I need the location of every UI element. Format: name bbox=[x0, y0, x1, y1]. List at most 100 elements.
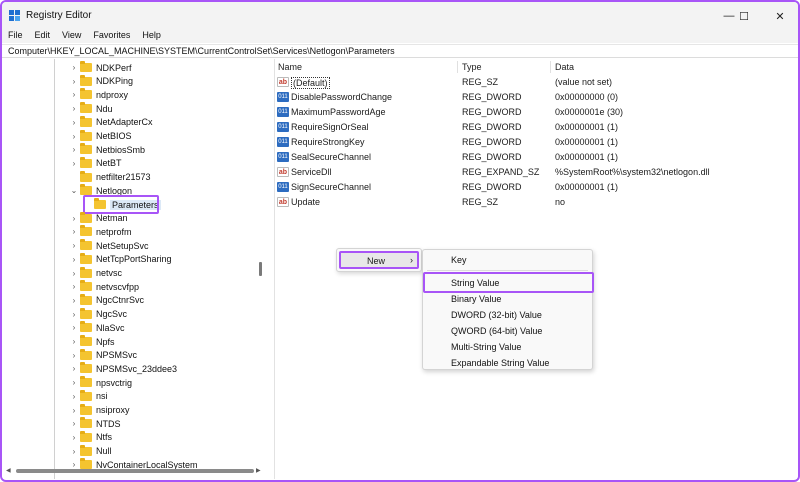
value-row[interactable]: 011 RequireSignOrSeal REG_DWORD 0x00000001 … bbox=[275, 120, 795, 135]
menu-edit[interactable]: Edit bbox=[29, 30, 57, 43]
tree-item[interactable]: › NetTcpPortSharing bbox=[70, 252, 172, 266]
chevron-right-icon[interactable]: › bbox=[70, 419, 78, 428]
tree-item[interactable]: › NetAdapterCx bbox=[70, 115, 153, 129]
tree-item[interactable]: › Netman bbox=[70, 211, 128, 225]
tree-item[interactable]: › NgcCtnrSvc bbox=[70, 293, 144, 307]
registry-editor-app-icon bbox=[9, 10, 20, 21]
value-row[interactable]: 011 RequireStrongKey REG_DWORD 0x00000001 (… bbox=[275, 135, 795, 150]
tree-item[interactable]: › nsi bbox=[70, 389, 108, 403]
chevron-right-icon[interactable]: › bbox=[70, 323, 78, 332]
tree-item[interactable]: › netvscvfpp bbox=[70, 280, 139, 293]
tree-item[interactable]: › nsiproxy bbox=[70, 403, 130, 417]
tree-item-label: NDKPing bbox=[96, 76, 134, 87]
tree-item[interactable]: › netvsc bbox=[70, 266, 122, 280]
folder-icon bbox=[80, 307, 92, 319]
value-row[interactable]: 011 MaximumPasswordAge REG_DWORD 0x0000001e… bbox=[275, 105, 795, 120]
chevron-right-icon[interactable]: › bbox=[70, 104, 78, 113]
tree-item-label: NetBT bbox=[96, 158, 122, 169]
chevron-right-icon[interactable]: › bbox=[70, 159, 78, 168]
tree-item[interactable]: › NPSMSvc bbox=[70, 348, 137, 362]
tree-item[interactable]: › NetbiosSmb bbox=[70, 143, 145, 156]
chevron-right-icon[interactable]: › bbox=[70, 392, 78, 401]
chevron-right-icon[interactable]: › bbox=[70, 296, 78, 305]
tree-horizontal-scrollbar[interactable] bbox=[16, 469, 254, 473]
tree-item[interactable]: › Npfs bbox=[70, 335, 115, 348]
value-row[interactable]: 011 DisablePasswordChange REG_DWORD 0x00000… bbox=[275, 90, 795, 105]
value-row[interactable]: ab Update REG_SZ no bbox=[275, 195, 795, 210]
chevron-right-icon[interactable]: › bbox=[70, 406, 78, 415]
chevron-right-icon[interactable]: › bbox=[70, 433, 78, 442]
tree-item[interactable]: › npsvctrig bbox=[70, 376, 132, 389]
column-header-type[interactable]: Type bbox=[462, 62, 482, 72]
tree-item[interactable]: › ndproxy bbox=[70, 88, 128, 101]
chevron-right-icon[interactable]: › bbox=[70, 77, 78, 86]
chevron-right-icon[interactable]: › bbox=[70, 447, 78, 456]
submenu-binary-value[interactable]: Binary Value bbox=[423, 291, 592, 307]
context-menu-new-label: New bbox=[367, 256, 386, 266]
chevron-right-icon[interactable]: › bbox=[70, 214, 78, 223]
maximize-button[interactable]: ☐ bbox=[730, 6, 758, 26]
menu-help[interactable]: Help bbox=[136, 30, 167, 43]
submenu-qword-value[interactable]: QWORD (64-bit) Value bbox=[423, 323, 592, 339]
chevron-right-icon[interactable]: › bbox=[70, 90, 78, 99]
column-header-data[interactable]: Data bbox=[555, 62, 574, 72]
chevron-right-icon[interactable]: › bbox=[70, 337, 78, 346]
column-header-name[interactable]: Name bbox=[278, 62, 302, 72]
chevron-right-icon[interactable]: › bbox=[70, 310, 78, 319]
tree-item-label: Ntfs bbox=[96, 432, 113, 443]
menu-favorites[interactable]: Favorites bbox=[87, 30, 136, 43]
tree-item[interactable]: › NPSMSvc_23ddee3 bbox=[70, 362, 177, 375]
tree-item[interactable]: › NgcSvc bbox=[70, 307, 127, 321]
column-separator[interactable] bbox=[550, 61, 551, 73]
tree-item[interactable]: › Ndu bbox=[70, 102, 113, 115]
tree-item[interactable]: › NetBIOS bbox=[70, 129, 132, 143]
submenu-dword-value[interactable]: DWORD (32-bit) Value bbox=[423, 307, 592, 323]
tree-item-label: nsiproxy bbox=[96, 405, 130, 415]
chevron-right-icon[interactable]: › bbox=[70, 145, 78, 154]
menu-view[interactable]: View bbox=[56, 30, 87, 43]
chevron-right-icon[interactable]: › bbox=[70, 227, 78, 236]
submenu-expandable-string-value[interactable]: Expandable String Value bbox=[423, 355, 592, 371]
tree-item[interactable]: › NetSetupSvc bbox=[70, 239, 149, 252]
value-row[interactable]: ab ServiceDll REG_EXPAND_SZ %SystemRoot%\sy… bbox=[275, 165, 795, 180]
tree-item[interactable]: › Ntfs bbox=[70, 430, 113, 444]
submenu-key[interactable]: Key bbox=[423, 252, 592, 268]
chevron-right-icon[interactable]: › bbox=[70, 378, 78, 387]
tree-item[interactable]: › Null bbox=[70, 444, 112, 458]
address-bar[interactable]: Computer\HKEY_LOCAL_MACHINE\SYSTEM\Curre… bbox=[2, 44, 798, 58]
tree-item[interactable]: › netprofm bbox=[70, 225, 132, 238]
folder-icon bbox=[80, 444, 92, 456]
value-row[interactable]: 011 SignSecureChannel REG_DWORD 0x00000001 … bbox=[275, 180, 795, 195]
tree-item[interactable]: › NDKPerf bbox=[70, 61, 132, 74]
column-separator[interactable] bbox=[457, 61, 458, 73]
tree-item[interactable]: netfilter21573 bbox=[70, 170, 151, 184]
chevron-right-icon[interactable]: › bbox=[70, 282, 78, 291]
chevron-right-icon[interactable]: › bbox=[70, 241, 78, 250]
chevron-right-icon[interactable]: › bbox=[70, 132, 78, 141]
chevron-right-icon[interactable]: › bbox=[70, 255, 78, 264]
chevron-right-icon[interactable]: › bbox=[70, 63, 78, 72]
tree-item[interactable]: › NlaSvc bbox=[70, 321, 125, 334]
chevron-right-icon[interactable]: › bbox=[70, 269, 78, 278]
tree-item[interactable]: › NetBT bbox=[70, 156, 122, 170]
value-row[interactable]: ab (Default) REG_SZ (value not set) bbox=[275, 75, 795, 90]
chevron-right-icon[interactable]: › bbox=[70, 460, 78, 469]
chevron-right-icon[interactable]: › bbox=[70, 364, 78, 373]
close-button[interactable]: ✕ bbox=[766, 6, 794, 26]
tree-item-label: nsi bbox=[96, 391, 108, 402]
tree-item[interactable]: › NTDS bbox=[70, 417, 121, 430]
registry-key-tree[interactable]: › NDKPerf › NDKPing › ndproxy › Ndu › NetAdapterC… bbox=[2, 59, 258, 479]
scroll-left-arrow-icon[interactable]: ◀ bbox=[6, 467, 11, 474]
value-row[interactable]: 011 SealSecureChannel REG_DWORD 0x00000001 … bbox=[275, 150, 795, 165]
chevron-right-icon[interactable]: › bbox=[70, 118, 78, 127]
value-data: 0x00000001 (1) bbox=[555, 137, 619, 147]
chevron-down-icon[interactable]: ⌄ bbox=[70, 186, 78, 195]
menu-file[interactable]: File bbox=[2, 30, 29, 43]
tree-item-label: npsvctrig bbox=[96, 377, 133, 388]
tree-item[interactable]: › NDKPing bbox=[70, 74, 134, 88]
chevron-right-icon[interactable]: › bbox=[70, 351, 78, 360]
context-menu-new[interactable]: New › bbox=[339, 251, 419, 269]
submenu-multi-string-value[interactable]: Multi-String Value bbox=[423, 339, 592, 355]
pane-splitter-handle[interactable] bbox=[259, 262, 262, 276]
scroll-right-arrow-icon[interactable]: ▶ bbox=[256, 467, 261, 474]
